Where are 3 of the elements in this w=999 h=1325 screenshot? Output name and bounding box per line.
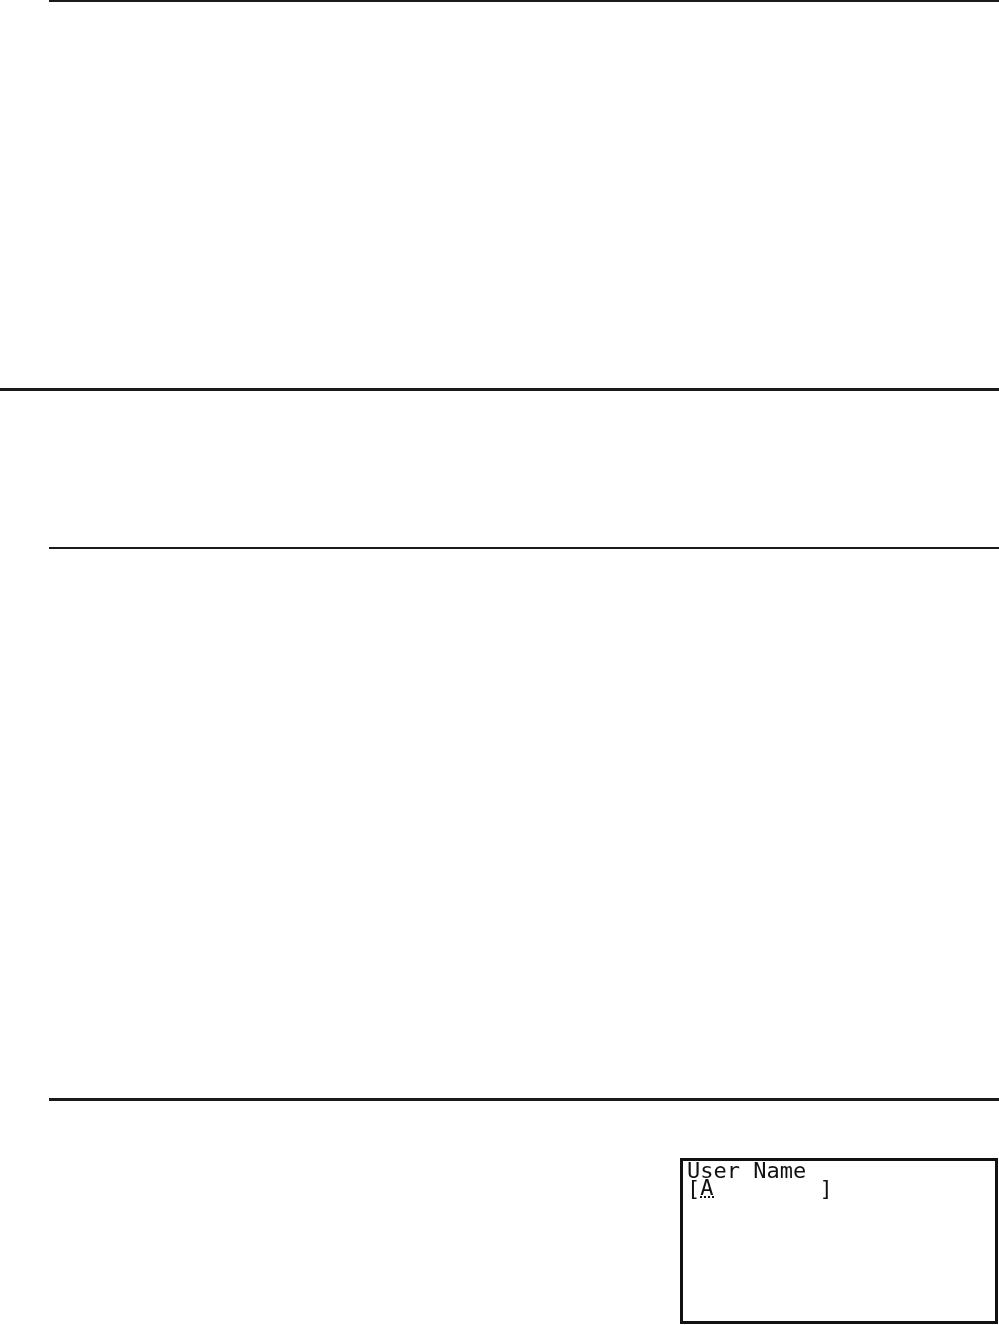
name-field[interactable]: [A ] [687,1180,833,1198]
screen-title: User Name [687,1162,807,1180]
text-cursor: A [700,1180,714,1198]
